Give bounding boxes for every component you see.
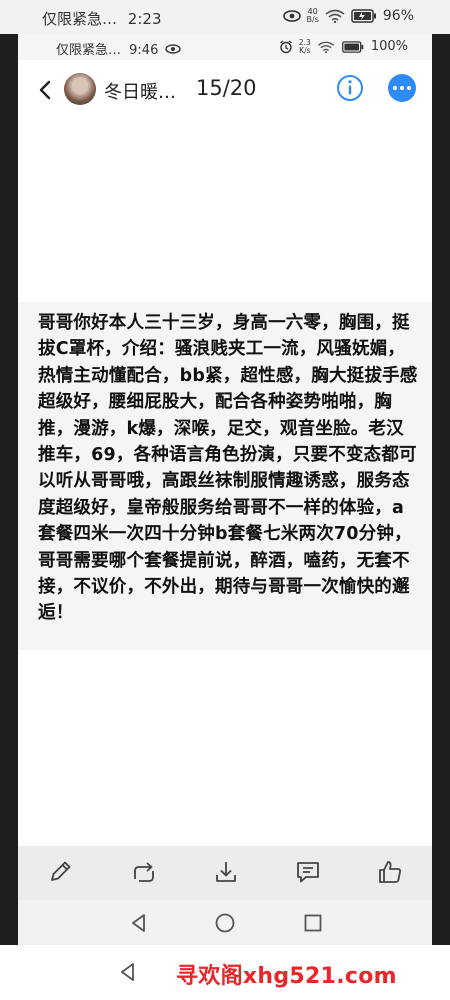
- inner-navigation-bar: [18, 900, 432, 945]
- more-dot-icon: [407, 86, 411, 90]
- eye-icon: [282, 10, 301, 22]
- nav-back-icon[interactable]: [128, 912, 150, 934]
- inner-status-bar: 仅限紧急… 9:46 2.3 K/s 100%: [18, 34, 432, 60]
- inner-time: 9:46: [129, 43, 159, 58]
- battery-icon: [341, 40, 364, 53]
- outer-carrier: 仅限紧急…: [42, 10, 118, 28]
- eye-icon: [164, 44, 181, 54]
- nav-recents-icon[interactable]: [302, 912, 324, 934]
- share-icon[interactable]: [130, 858, 158, 886]
- download-icon[interactable]: [212, 858, 240, 886]
- thumbs-up-icon[interactable]: [376, 858, 404, 886]
- outer-status-left: 仅限紧急… 2:23: [42, 8, 161, 29]
- message-text-block: 哥哥你好本人三十三岁，身高一六零，胸围，挺拔C罩杯，介绍：骚浪贱夹工一流，风骚妩…: [18, 302, 432, 650]
- wifi-icon: [325, 9, 345, 23]
- outer-time: 2:23: [127, 10, 162, 28]
- outer-status-right: 40 B/s 96%: [282, 7, 414, 24]
- wifi-icon: [317, 41, 334, 53]
- outer-battery: 96%: [382, 8, 414, 24]
- more-dot-icon: [400, 86, 404, 90]
- alarm-icon: [279, 39, 292, 53]
- nav-back-icon[interactable]: [118, 962, 138, 982]
- inner-carrier: 仅限紧急…: [56, 43, 122, 58]
- edit-pencil-icon[interactable]: [46, 858, 74, 886]
- inner-battery: 100%: [370, 39, 408, 54]
- watermark-text: 寻欢阁xhg521.com: [176, 964, 397, 989]
- phone-screenshot: 仅限紧急… 9:46 2.3 K/s 100% 冬日暖… 15/20 哥哥你好本…: [18, 34, 432, 945]
- frame-right-border: [432, 34, 450, 945]
- outer-status-bar: 仅限紧急… 2:23 40 B/s 96%: [0, 0, 450, 34]
- inner-status-right: 2.3 K/s 100%: [279, 39, 408, 54]
- chat-header: 冬日暖… 15/20: [18, 60, 432, 120]
- outer-net-speed: 40 B/s: [306, 7, 319, 24]
- contact-name[interactable]: 冬日暖…: [104, 78, 176, 104]
- info-icon[interactable]: [336, 74, 364, 102]
- more-options-button[interactable]: [388, 74, 416, 102]
- message-text: 哥哥你好本人三十三岁，身高一六零，胸围，挺拔C罩杯，介绍：骚浪贱夹工一流，风骚妩…: [38, 313, 418, 624]
- content-area-bottom: [18, 650, 432, 846]
- page-counter: 15/20: [196, 76, 257, 100]
- battery-saver-icon: [351, 9, 376, 23]
- frame-left-border: [0, 34, 18, 945]
- bottom-toolbar: [18, 846, 432, 900]
- nav-home-icon[interactable]: [214, 912, 236, 934]
- back-arrow-icon[interactable]: [32, 76, 60, 104]
- content-area-top: [18, 120, 432, 302]
- inner-status-left: 仅限紧急… 9:46: [56, 39, 181, 58]
- comment-icon[interactable]: [294, 858, 322, 886]
- more-dot-icon: [393, 86, 397, 90]
- inner-net-speed: 2.3 K/s: [298, 38, 311, 55]
- avatar[interactable]: [64, 73, 96, 105]
